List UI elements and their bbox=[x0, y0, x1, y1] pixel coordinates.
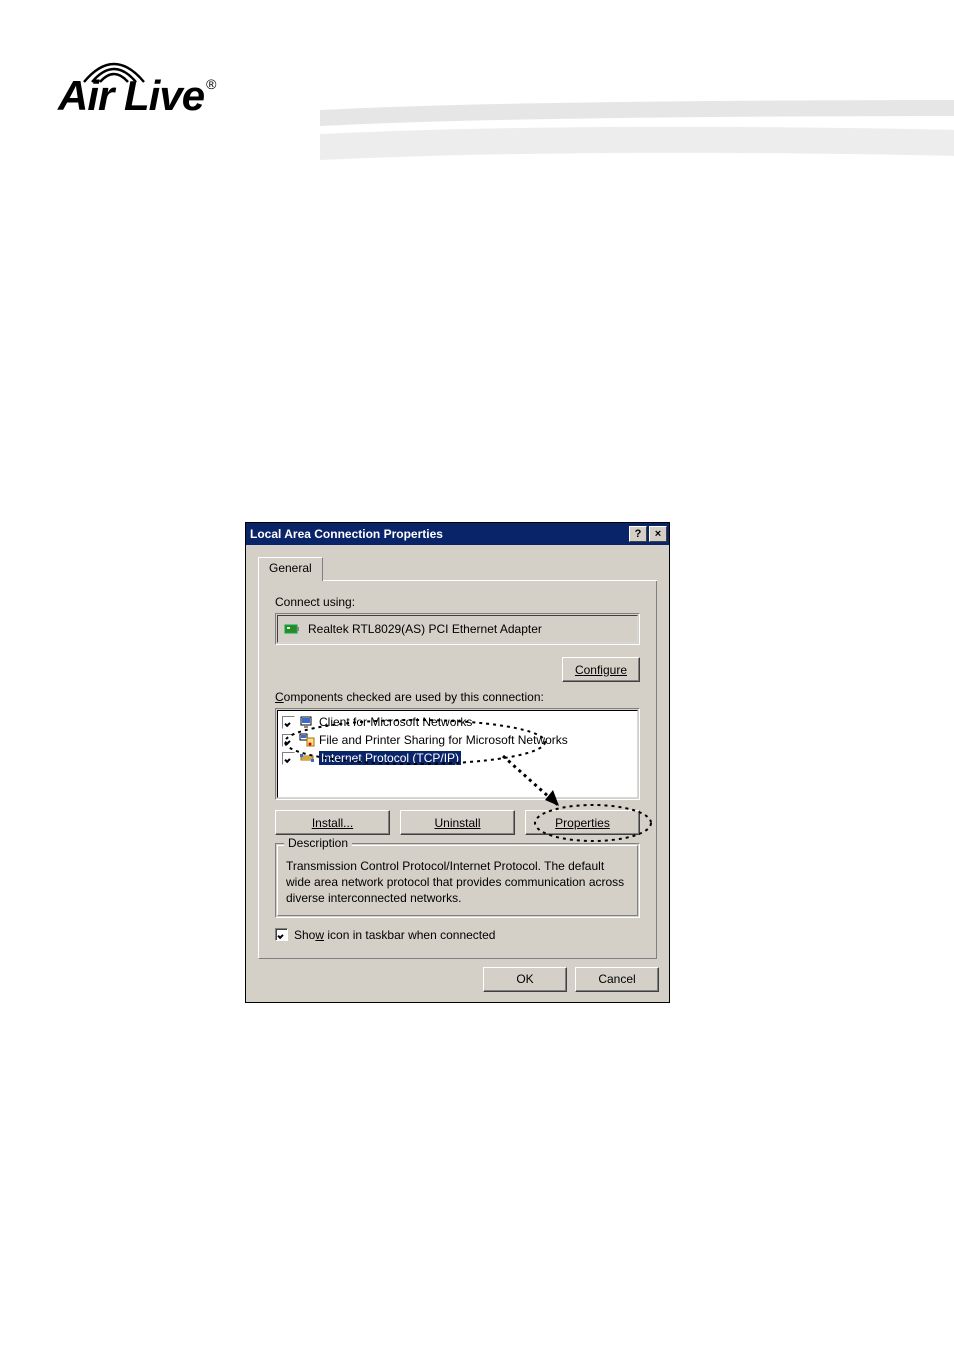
cancel-button[interactable]: Cancel bbox=[575, 967, 659, 992]
connect-using-label: Connect using: bbox=[275, 595, 640, 609]
component-item[interactable]: File and Printer Sharing for Microsoft N… bbox=[282, 731, 633, 749]
description-legend: Description bbox=[284, 836, 352, 850]
properties-dialog: Local Area Connection Properties ? × Gen… bbox=[245, 522, 670, 1003]
component-checkbox[interactable] bbox=[282, 734, 295, 747]
brand-logo: Air Live® bbox=[58, 58, 214, 120]
registered-mark: ® bbox=[206, 76, 216, 92]
help-button[interactable]: ? bbox=[629, 526, 647, 542]
properties-button[interactable]: Properties bbox=[525, 810, 640, 835]
component-checkbox[interactable] bbox=[282, 716, 295, 729]
show-icon-checkbox[interactable] bbox=[275, 928, 288, 941]
components-list[interactable]: Client for Microsoft Networks File and Pr… bbox=[275, 708, 640, 800]
tab-panel: Connect using: Realtek RTL8029(AS) PCI E… bbox=[258, 581, 657, 959]
component-label: Internet Protocol (TCP/IP) bbox=[319, 751, 461, 765]
component-item[interactable]: Internet Protocol (TCP/IP) bbox=[282, 749, 633, 767]
install-button[interactable]: Install... bbox=[275, 810, 390, 835]
brand-name: Air Live bbox=[58, 72, 204, 120]
dialog-titlebar[interactable]: Local Area Connection Properties ? × bbox=[246, 523, 669, 545]
component-label: File and Printer Sharing for Microsoft N… bbox=[319, 733, 568, 747]
component-item[interactable]: Client for Microsoft Networks bbox=[282, 713, 633, 731]
page-header: Air Live® bbox=[0, 0, 954, 140]
ok-button[interactable]: OK bbox=[483, 967, 567, 992]
share-icon bbox=[299, 732, 315, 748]
description-group: Description Transmission Control Protoco… bbox=[275, 843, 640, 918]
monitor-icon bbox=[299, 714, 315, 730]
configure-button[interactable]: Configure bbox=[562, 657, 640, 682]
header-swoosh-icon bbox=[320, 100, 954, 160]
net-icon bbox=[299, 750, 315, 766]
tab-strip: General bbox=[258, 555, 657, 581]
adapter-field: Realtek RTL8029(AS) PCI Ethernet Adapter bbox=[275, 613, 640, 645]
adapter-name: Realtek RTL8029(AS) PCI Ethernet Adapter bbox=[308, 622, 542, 636]
tab-general[interactable]: General bbox=[258, 557, 323, 581]
component-label: Client for Microsoft Networks bbox=[319, 715, 472, 729]
component-checkbox[interactable] bbox=[282, 752, 295, 765]
show-icon-label: Show icon in taskbar when connected bbox=[294, 928, 495, 942]
uninstall-button[interactable]: Uninstall bbox=[400, 810, 515, 835]
nic-icon bbox=[284, 621, 300, 637]
dialog-title: Local Area Connection Properties bbox=[250, 527, 627, 541]
components-label: Components checked are used by this conn… bbox=[275, 690, 640, 704]
close-button[interactable]: × bbox=[649, 526, 667, 542]
description-text: Transmission Control Protocol/Internet P… bbox=[286, 858, 629, 907]
